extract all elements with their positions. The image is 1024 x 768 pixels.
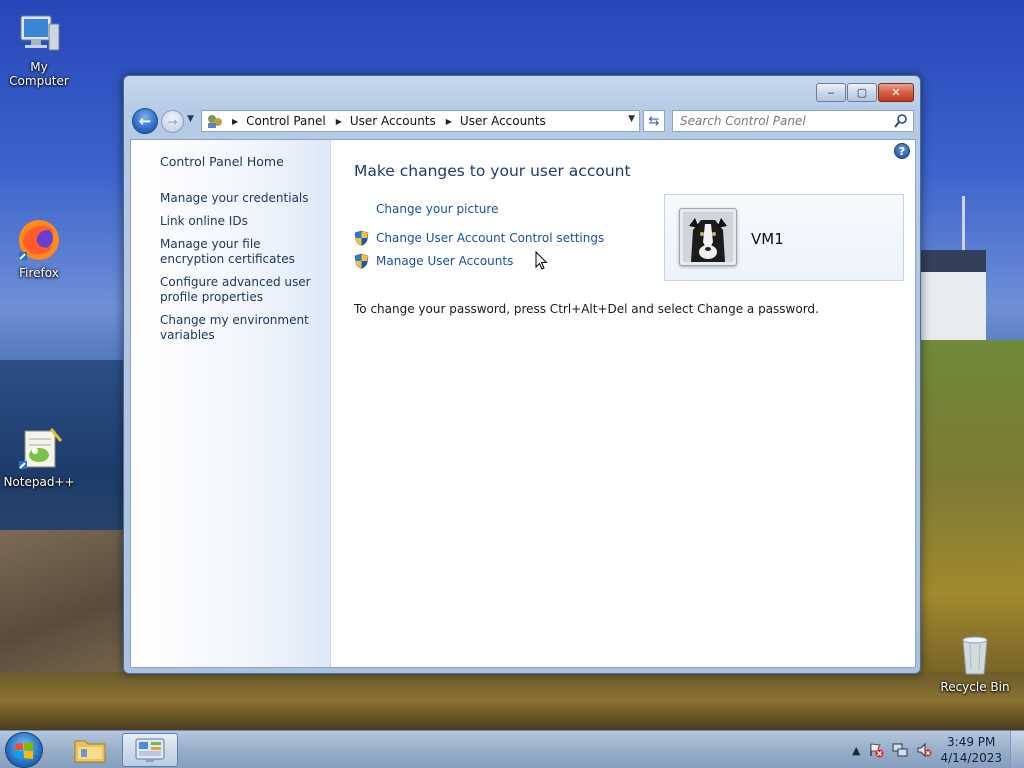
taskbar-file-explorer[interactable] — [62, 733, 118, 767]
navigation-bar: ← → ▼ ▶ Control Panel ▶ User Accounts ▶ … — [132, 108, 914, 134]
show-hidden-icons-button[interactable]: ▲ — [852, 744, 860, 757]
password-instructions: To change your password, press Ctrl+Alt+… — [354, 302, 819, 316]
link-online-ids-link[interactable]: Link online IDs — [160, 214, 325, 229]
desktop-icon-label: Firefox — [19, 266, 59, 280]
close-button[interactable]: ✕ — [878, 83, 914, 102]
uac-shield-icon — [354, 230, 369, 246]
forward-button[interactable]: → — [161, 110, 184, 133]
breadcrumb-user-accounts-current[interactable]: User Accounts — [460, 114, 546, 128]
breadcrumb-separator-icon: ▶ — [445, 116, 452, 126]
system-tray: ▲ 3:49 PM 4/14/2023 — [852, 731, 1024, 768]
chevron-down-icon: ▼ — [187, 114, 194, 124]
content-area: Control Panel Home Manage your credentia… — [130, 139, 916, 668]
help-button[interactable]: ? — [894, 143, 910, 159]
folder-icon — [74, 740, 106, 763]
network-icon[interactable] — [892, 742, 908, 758]
taskbar-control-panel[interactable] — [122, 733, 178, 767]
help-icon: ? — [898, 144, 906, 158]
breadcrumb-separator-icon: ▶ — [232, 116, 239, 126]
desktop-icon-label: My Computer — [9, 60, 69, 88]
minimize-button[interactable]: ‒ — [816, 83, 846, 102]
manage-encryption-certificates-link[interactable]: Manage your file encryption certificates — [160, 237, 325, 267]
account-name: VM1 — [751, 230, 784, 248]
dog-picture-icon — [683, 212, 733, 262]
task-pane: Control Panel Home Manage your credentia… — [131, 140, 331, 667]
advanced-profile-properties-link[interactable]: Configure advanced user profile properti… — [160, 275, 325, 305]
user-accounts-window: ‒ ▢ ✕ ← → ▼ ▶ Control Panel ▶ User Accou… — [123, 75, 921, 674]
refresh-button[interactable]: ⇆ — [643, 110, 665, 132]
control-panel-icon — [135, 738, 165, 762]
taskbar: ▲ 3:49 PM 4/14/2023 — [0, 730, 1024, 768]
uac-shield-icon — [354, 253, 369, 269]
search-icon[interactable] — [893, 113, 909, 129]
volume-muted-icon[interactable] — [916, 742, 932, 758]
desktop-icon-label: Notepad++ — [3, 475, 75, 489]
show-desktop-button[interactable] — [1010, 731, 1024, 768]
recent-pages-dropdown[interactable]: ▼ — [187, 114, 194, 124]
clock[interactable]: 3:49 PM 4/14/2023 — [940, 734, 1002, 766]
task-label: Manage User Accounts — [376, 254, 514, 268]
wallpaper-ground — [0, 672, 1024, 730]
action-center-icon[interactable] — [868, 742, 884, 758]
refresh-icon: ⇆ — [648, 113, 660, 129]
breadcrumb-separator-icon: ▶ — [335, 116, 342, 126]
notepad-plus-plus-icon — [15, 425, 63, 473]
breadcrumb-control-panel[interactable]: Control Panel — [246, 114, 326, 128]
manage-user-accounts-link[interactable]: Manage User Accounts — [354, 253, 513, 269]
page-title: Make changes to your user account — [354, 162, 631, 180]
avatar[interactable] — [679, 208, 737, 266]
chevron-up-icon: ▲ — [852, 743, 861, 757]
windows-logo-icon — [15, 742, 33, 759]
clock-time: 3:49 PM — [947, 735, 996, 749]
mouse-cursor-icon — [535, 251, 548, 270]
back-button[interactable]: ← — [132, 108, 158, 134]
manage-credentials-link[interactable]: Manage your credentials — [160, 191, 325, 206]
search-input[interactable] — [680, 111, 890, 131]
desktop-icon-label: Recycle Bin — [940, 680, 1010, 694]
address-dropdown-icon[interactable]: ▼ — [628, 114, 635, 124]
desktop-icon-notepad-plus-plus[interactable]: Notepad++ — [0, 425, 78, 489]
recycle-bin-icon — [951, 630, 999, 678]
desktop-icon-recycle-bin[interactable]: Recycle Bin — [936, 630, 1014, 694]
desktop-icon-my-computer[interactable]: My Computer — [0, 10, 78, 88]
uac-settings-link[interactable]: Change User Account Control settings — [354, 230, 604, 246]
arrow-right-icon: → — [167, 114, 178, 129]
control-panel-icon — [208, 115, 222, 128]
window-controls: ‒ ▢ ✕ — [815, 83, 914, 102]
search-box — [672, 110, 914, 132]
environment-variables-link[interactable]: Change my environment variables — [160, 313, 325, 343]
wallpaper-house — [920, 250, 986, 350]
clock-date: 4/14/2023 — [940, 751, 1002, 765]
firefox-icon — [15, 216, 63, 264]
task-label: Change your picture — [376, 202, 499, 216]
change-picture-link[interactable]: Change your picture — [354, 202, 498, 216]
start-button[interactable] — [5, 732, 43, 768]
desktop-icon-firefox[interactable]: Firefox — [0, 216, 78, 280]
control-panel-home-link[interactable]: Control Panel Home — [160, 154, 284, 169]
task-label: Change User Account Control settings — [376, 231, 605, 245]
arrow-left-icon: ← — [138, 112, 152, 130]
account-card: VM1 — [664, 194, 904, 281]
address-bar[interactable]: ▶ Control Panel ▶ User Accounts ▶ User A… — [201, 110, 640, 132]
computer-icon — [15, 10, 63, 58]
breadcrumb-user-accounts[interactable]: User Accounts — [350, 114, 436, 128]
maximize-button[interactable]: ▢ — [847, 83, 877, 102]
